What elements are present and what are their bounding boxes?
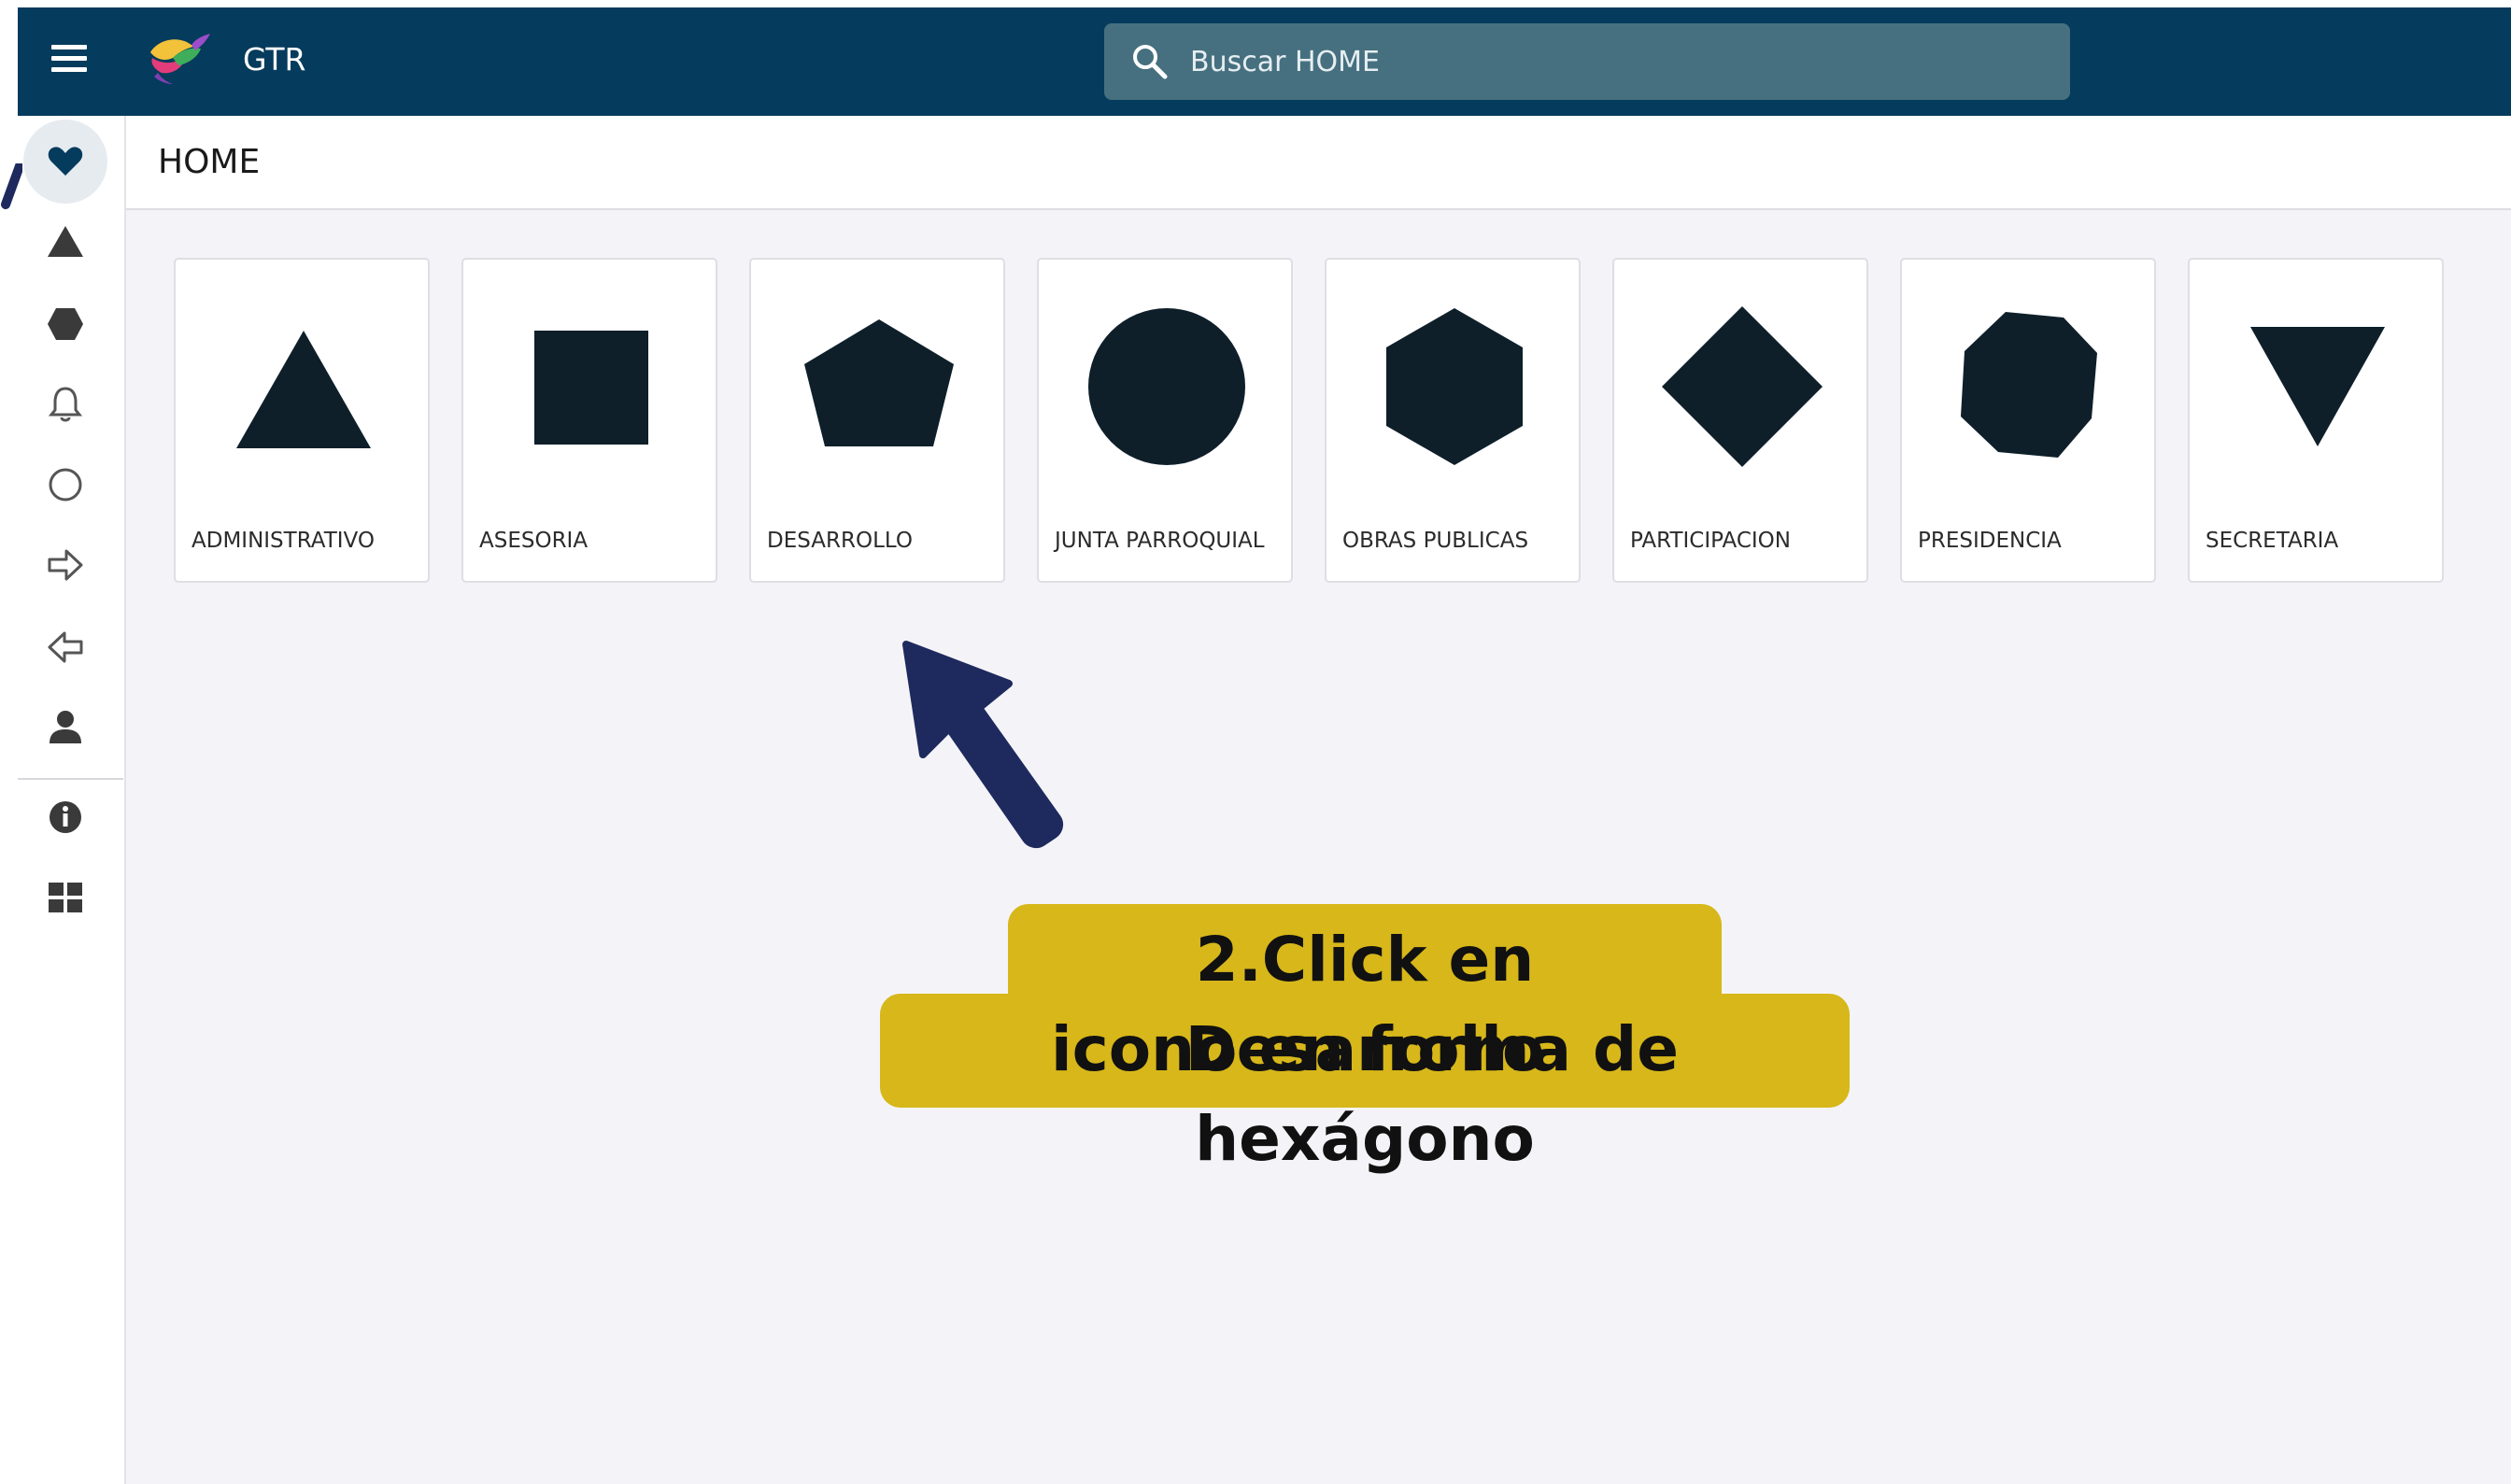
inverted-triangle-icon	[2250, 327, 2385, 446]
rail-item-notifications[interactable]	[23, 362, 107, 446]
hamburger-menu-icon[interactable]	[50, 39, 89, 78]
info-icon	[50, 801, 81, 833]
card-label: JUNTA PARROQUIAL	[1055, 529, 1265, 553]
page-header: HOME	[126, 116, 2511, 210]
module-card-desarrollo[interactable]: DESARROLLO	[749, 258, 1005, 583]
triangle-icon	[48, 226, 83, 257]
module-card-presidencia[interactable]: PRESIDENCIA	[1900, 258, 2156, 583]
search-bar[interactable]	[1104, 23, 2070, 100]
hexagon-icon	[48, 308, 83, 340]
bell-icon	[48, 387, 83, 422]
rail-item-hexagon[interactable]	[23, 282, 107, 366]
grid-icon	[49, 883, 82, 912]
square-icon	[534, 331, 648, 445]
main-content: HOME ADMINISTRATIVO ASESORIA DESARROLLO …	[126, 116, 2511, 1484]
arrow-right-outline-icon	[48, 549, 83, 581]
card-label: ASESORIA	[479, 529, 589, 553]
rail-item-favorites[interactable]	[23, 120, 107, 204]
card-label: ADMINISTRATIVO	[192, 529, 375, 553]
rail-item-back[interactable]	[23, 605, 107, 689]
module-card-obras-publicas[interactable]: OBRAS PUBLICAS	[1325, 258, 1581, 583]
page-title: HOME	[158, 143, 261, 181]
card-label: OBRAS PUBLICAS	[1342, 529, 1529, 553]
heart-icon	[48, 147, 83, 176]
rail-item-triangle[interactable]	[23, 200, 107, 284]
top-app-bar: GTR	[18, 7, 2511, 116]
arrow-left-outline-icon	[48, 631, 83, 663]
rail-item-forward[interactable]	[23, 523, 107, 607]
card-label: PRESIDENCIA	[1918, 529, 2062, 553]
side-navigation-rail	[0, 116, 126, 1484]
card-label: PARTICIPACION	[1630, 529, 1791, 553]
circle-icon	[49, 468, 82, 502]
module-card-junta-parroquial[interactable]: JUNTA PARROQUIAL	[1037, 258, 1293, 583]
triangle-icon	[236, 331, 371, 448]
module-card-secretaria[interactable]: SECRETARIA	[2188, 258, 2444, 583]
rail-item-info[interactable]	[23, 775, 107, 859]
diamond-icon	[1662, 306, 1823, 467]
octagon-icon	[1961, 312, 2097, 458]
module-card-asesoria[interactable]: ASESORIA	[461, 258, 717, 583]
module-card-participacion[interactable]: PARTICIPACION	[1612, 258, 1868, 583]
search-icon	[1133, 45, 1168, 79]
hummingbird-logo-icon	[150, 34, 210, 84]
rail-item-dashboard[interactable]	[23, 855, 107, 940]
pentagon-icon	[804, 319, 954, 446]
hexagon-icon	[1386, 308, 1523, 465]
user-icon	[50, 711, 81, 743]
app-title: GTR	[243, 41, 306, 78]
rail-item-profile[interactable]	[23, 685, 107, 770]
card-label: SECRETARIA	[2206, 529, 2339, 553]
search-input[interactable]	[1190, 23, 2031, 100]
module-card-administrativo[interactable]: ADMINISTRATIVO	[174, 258, 430, 583]
rail-item-circle[interactable]	[23, 443, 107, 527]
circle-icon	[1088, 308, 1245, 465]
annotation-arrow-icon	[902, 641, 1064, 849]
annotation-edge-arrow-icon	[1, 163, 22, 209]
card-label: DESARROLLO	[767, 529, 913, 553]
